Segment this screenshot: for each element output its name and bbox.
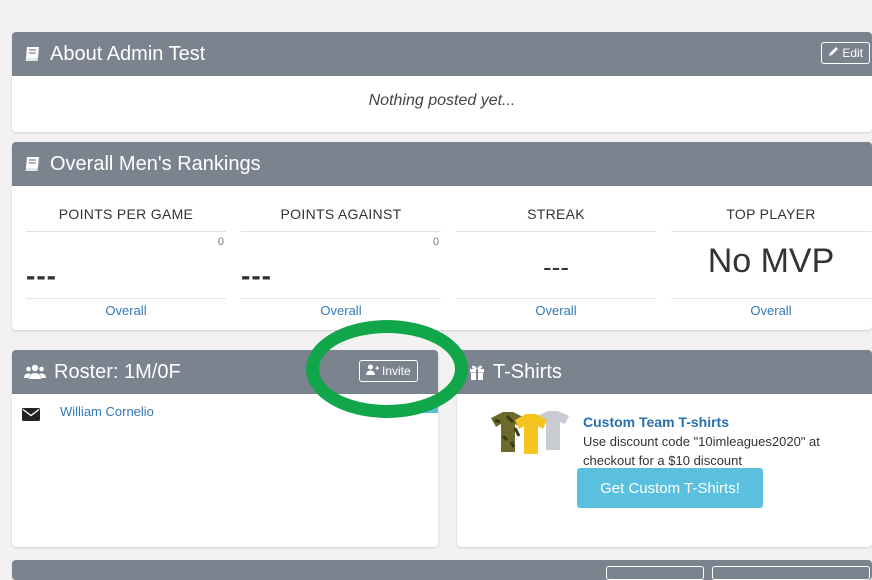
rank-overall-link[interactable]: Overall — [456, 299, 656, 318]
rankings-title: Overall Men's Rankings — [50, 152, 261, 175]
pencil-icon — [828, 46, 839, 60]
tshirts-panel: T-Shirts Custom Team T-shirts Use discou… — [457, 350, 872, 547]
tshirts-title: T-Shirts — [493, 360, 562, 383]
rank-col-points-against: POINTS AGAINST 0 --- Overall — [241, 198, 441, 318]
rank-value-box: No MVP — [671, 232, 871, 299]
edit-label: Edit — [842, 46, 863, 60]
users-icon — [24, 364, 46, 380]
about-title: About Admin Test — [50, 42, 206, 65]
rankings-grid: POINTS PER GAME 0 --- Overall POINTS AGA… — [26, 198, 872, 328]
about-body-text: Nothing posted yet... — [368, 92, 516, 109]
rank-header: TOP PLAYER — [671, 198, 871, 232]
rank-header: POINTS PER GAME — [26, 198, 226, 232]
rank-value: No MVP — [707, 242, 835, 280]
rank-header: STREAK — [456, 198, 656, 232]
invite-label: Invite — [382, 364, 411, 378]
rankings-panel-header: Overall Men's Rankings — [12, 142, 872, 186]
next-panel-header — [12, 560, 872, 580]
invite-button[interactable]: Invite — [359, 360, 418, 382]
tshirts-image[interactable] — [487, 406, 579, 461]
user-plus-icon — [366, 364, 379, 378]
roster-title: Roster: 1M/0F — [54, 360, 181, 383]
rank-value-box: 0 --- — [241, 232, 441, 299]
rank-value: --- — [26, 260, 57, 291]
rank-overall-link[interactable]: Overall — [241, 299, 441, 318]
rank-value: --- — [241, 260, 272, 291]
book-icon — [24, 156, 42, 172]
next-panel-button[interactable] — [606, 566, 704, 580]
tshirts-panel-header: T-Shirts — [457, 350, 872, 394]
rank-col-points-per-game: POINTS PER GAME 0 --- Overall — [26, 198, 226, 318]
rank-header: POINTS AGAINST — [241, 198, 441, 232]
rank-value-box: 0 --- — [26, 232, 226, 299]
about-panel: About Admin Test Edit Nothing posted yet… — [12, 32, 872, 132]
rank-value: --- — [543, 252, 569, 282]
roster-panel-header: Roster: 1M/0F Invite — [12, 350, 438, 394]
about-panel-header: About Admin Test Edit — [12, 32, 872, 76]
rank-value-box: --- — [456, 232, 656, 299]
next-panel-button[interactable] — [712, 566, 870, 580]
roster-action-tab[interactable] — [374, 406, 438, 413]
rank-overall-link[interactable]: Overall — [26, 299, 226, 318]
rank-small-value: 0 — [432, 236, 439, 248]
tshirts-promo-title[interactable]: Custom Team T-shirts — [583, 414, 729, 430]
gift-icon — [469, 364, 485, 380]
rank-col-streak: STREAK --- Overall — [456, 198, 656, 318]
get-custom-tshirts-button[interactable]: Get Custom T-Shirts! — [577, 468, 763, 508]
book-icon — [24, 46, 42, 62]
rank-col-top-player: TOP PLAYER No MVP Overall — [671, 198, 871, 318]
rank-overall-link[interactable]: Overall — [671, 299, 871, 318]
roster-panel: Roster: 1M/0F Invite William Cornelio — [12, 350, 438, 547]
edit-button[interactable]: Edit — [821, 42, 870, 64]
envelope-icon[interactable] — [22, 408, 42, 426]
player-name-link[interactable]: William Cornelio — [60, 404, 154, 419]
tshirts-promo-text: Use discount code "10imleagues2020" at c… — [583, 434, 820, 468]
rank-small-value: 0 — [217, 236, 224, 248]
